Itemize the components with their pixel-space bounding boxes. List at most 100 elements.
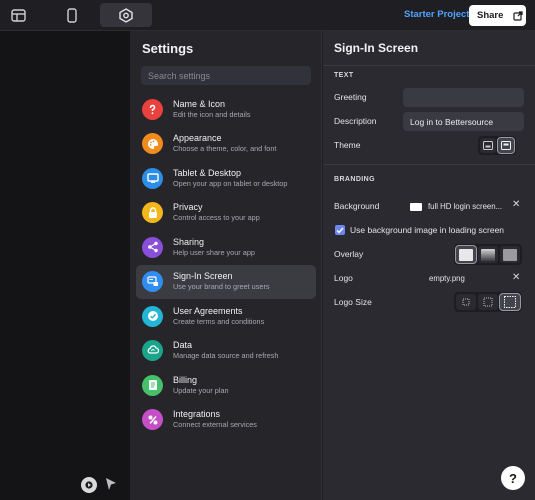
nav-item-name-icon[interactable]: Name & Icon Edit the icon and details: [136, 92, 316, 127]
description-field[interactable]: Log in to Bettersource: [403, 112, 524, 131]
logo-size-label: Logo Size: [334, 297, 372, 307]
overlay-option-dim[interactable]: [500, 246, 520, 263]
top-bar: Starter Project Share: [0, 0, 535, 31]
settings-nav: Name & Icon Edit the icon and details App…: [136, 92, 316, 437]
nav-desc: Open your app on tablet or desktop: [173, 178, 288, 188]
section-header-branding: BRANDING: [334, 176, 375, 183]
nav-item-sharing[interactable]: Sharing Help user share your app: [136, 230, 316, 265]
data-editor-button[interactable]: [4, 3, 32, 27]
nav-label: Integrations: [173, 409, 221, 420]
clear-logo-button[interactable]: ✕: [512, 272, 520, 283]
divider: [323, 65, 535, 66]
monitor-icon: [142, 167, 163, 189]
share-icon: [142, 236, 163, 258]
nav-label: User Agreements: [173, 305, 243, 316]
logo-filename: empty.png: [429, 274, 465, 283]
size-large-icon: [504, 296, 516, 308]
use-bg-loading-label: Use background image in loading screen: [350, 225, 505, 235]
nav-item-integrations[interactable]: Integrations Connect external services: [136, 403, 316, 438]
share-button[interactable]: Share: [469, 5, 526, 26]
nav-desc: Manage data source and refresh: [173, 351, 279, 361]
nav-desc: Create terms and conditions: [173, 316, 265, 326]
question-icon: [142, 98, 163, 120]
play-icon[interactable]: [81, 477, 97, 493]
app-preview-canvas: [0, 31, 130, 500]
nav-desc: Control access to your app: [173, 213, 260, 223]
project-name-link[interactable]: Starter Project: [404, 9, 469, 20]
sign-in-screen-panel: Sign-In Screen TEXT Greeting Description…: [323, 31, 535, 500]
settings-title: Settings: [142, 41, 194, 56]
logo-size-small[interactable]: [456, 294, 476, 310]
theme-option-light[interactable]: [480, 138, 496, 153]
nav-label: Privacy: [173, 202, 203, 213]
theme-light-icon: [483, 141, 493, 150]
nav-item-tablet-desktop[interactable]: Tablet & Desktop Open your app on tablet …: [136, 161, 316, 196]
integrations-icon: [142, 409, 163, 431]
settings-button[interactable]: [100, 3, 152, 27]
use-bg-loading-checkbox[interactable]: [335, 225, 345, 235]
theme-dark-icon: [501, 141, 511, 150]
clear-background-button[interactable]: ✕: [512, 199, 520, 210]
lock-icon: [142, 202, 163, 224]
section-header-text: TEXT: [334, 72, 354, 79]
layout-editor-button[interactable]: [58, 3, 86, 27]
nav-item-appearance[interactable]: Appearance Choose a theme, color, and fon…: [136, 127, 316, 162]
table-icon: [10, 8, 26, 22]
description-label: Description: [334, 116, 377, 126]
external-link-icon: [513, 10, 524, 21]
cursor-icon[interactable]: [105, 477, 117, 496]
nav-desc: Choose a theme, color, and font: [173, 144, 277, 154]
logo-size-medium[interactable]: [478, 294, 498, 310]
nav-desc: Connect external services: [173, 420, 257, 430]
background-filename: full HD login screen...: [428, 202, 503, 211]
nav-item-billing[interactable]: Billing Update your plan: [136, 368, 316, 403]
nav-item-privacy[interactable]: Privacy Control access to your app: [136, 196, 316, 231]
nav-desc: Edit the icon and details: [173, 109, 251, 119]
theme-selector[interactable]: [478, 136, 516, 155]
overlay-selector[interactable]: [454, 244, 522, 265]
logo-size-large[interactable]: [499, 293, 521, 311]
logo-size-selector[interactable]: [454, 292, 522, 312]
overlay-option-gradient[interactable]: [478, 246, 498, 263]
nav-item-sign-in-screen[interactable]: Sign-In Screen Use your brand to greet us…: [136, 264, 316, 299]
nav-desc: Update your plan: [173, 385, 229, 395]
data-sync-icon: [142, 340, 163, 362]
background-label: Background: [334, 201, 380, 211]
theme-label: Theme: [334, 140, 361, 150]
overlay-option-none[interactable]: [455, 245, 477, 264]
help-button[interactable]: ?: [501, 466, 525, 490]
size-small-icon: [462, 298, 470, 306]
overlay-label: Overlay: [334, 249, 364, 259]
signin-icon: [142, 271, 163, 293]
nav-label: Sign-In Screen: [173, 271, 233, 282]
nav-label: Name & Icon: [173, 98, 226, 109]
nav-desc: Help user share your app: [173, 247, 255, 257]
nav-label: Sharing: [173, 236, 205, 247]
nav-label: Appearance: [173, 133, 222, 144]
search-input[interactable]: [141, 66, 311, 85]
nav-label: Tablet & Desktop: [173, 167, 242, 178]
settings-hexagon-icon: [119, 7, 133, 23]
theme-option-dark[interactable]: [497, 137, 515, 154]
settings-panel: Settings Name & IconEdit the icon and de…: [130, 31, 322, 500]
size-medium-icon: [483, 297, 493, 307]
logo-file[interactable]: empty.png: [429, 274, 465, 283]
background-file[interactable]: full HD login screen...: [410, 202, 502, 211]
nav-label: Data: [173, 340, 193, 351]
background-swatch: [410, 202, 422, 211]
nav-item-user-agreements[interactable]: User Agreements Create terms and conditio…: [136, 299, 316, 334]
check-circle-icon: [142, 305, 163, 327]
panel-title: Sign-In Screen: [334, 41, 419, 55]
nav-label: Billing: [173, 374, 198, 385]
logo-label: Logo: [334, 273, 353, 283]
billing-icon: [142, 374, 163, 396]
divider: [323, 164, 535, 165]
nav-desc: Use your brand to greet users: [173, 282, 270, 292]
greeting-label: Greeting: [334, 92, 367, 102]
phone-icon: [67, 7, 77, 23]
share-label: Share: [477, 10, 504, 21]
checkmark-icon: [336, 227, 344, 234]
palette-icon: [142, 133, 163, 155]
nav-item-data[interactable]: Data Manage data source and refresh: [136, 334, 316, 369]
greeting-field[interactable]: [403, 88, 524, 107]
